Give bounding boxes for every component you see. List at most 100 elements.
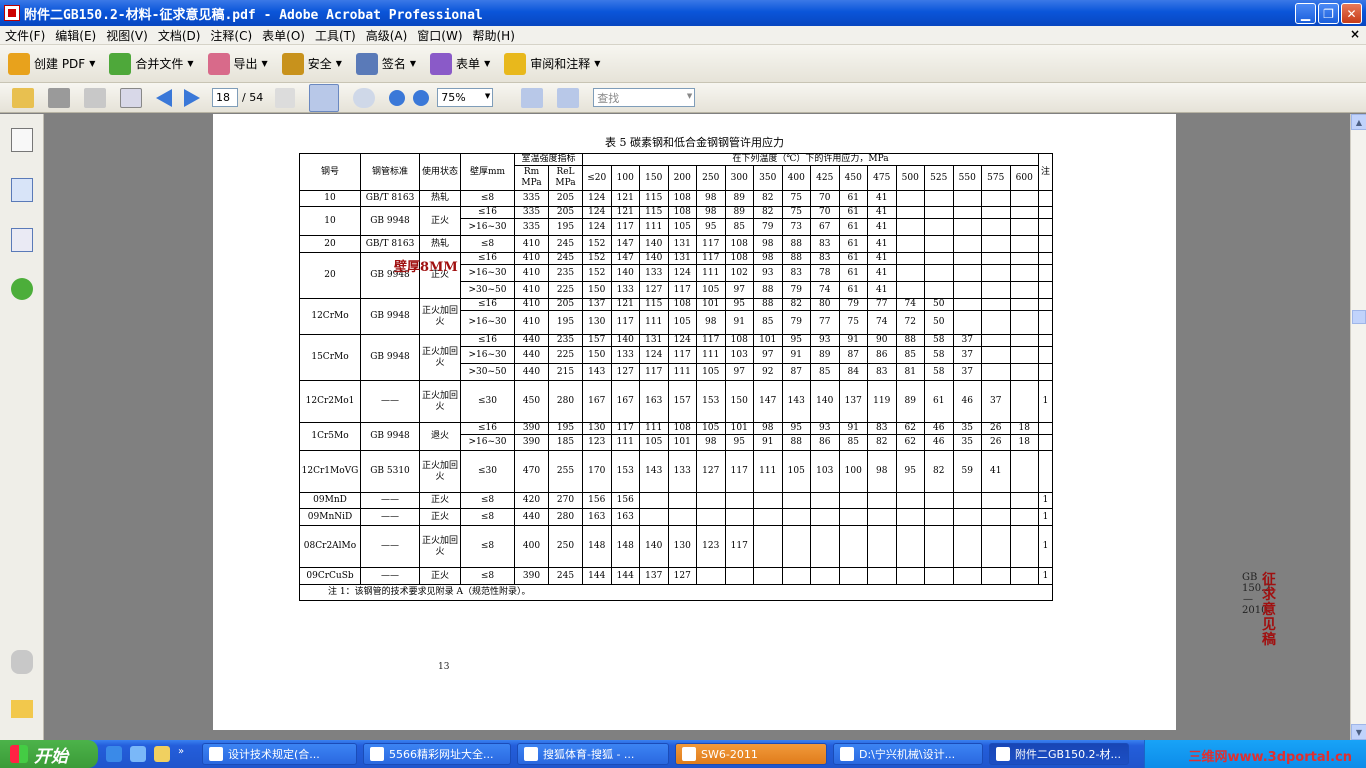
print-icon[interactable] [48,87,70,108]
tasks-toolbar: 创建 PDF ▼ 合并文件 ▼ 导出 ▼ 安全 ▼ 签名 ▼ 表单 ▼ 审阅和注释 ▼ [0,45,1366,83]
cell-note: 1 [1038,380,1053,423]
cell-thickness: ≤8 [460,190,515,207]
task-sw6[interactable]: SW6-2011 [675,743,827,765]
table-row: 10 GB/T 8163 热轧 ≤8 335 205 124 121 115 108 98 89 82 7… [299,190,1053,207]
fit-width-icon[interactable] [521,87,544,108]
close-button[interactable]: ✕ [1341,3,1362,24]
menu-edit[interactable]: 编辑(E) [50,27,101,44]
cell-stress: 74 [810,281,840,299]
scroll-up-icon[interactable]: ▲ [1351,114,1366,130]
scroll-thumb[interactable] [1352,310,1366,324]
cell-stress: 117 [610,422,640,435]
cell-rm: 420 [514,492,549,509]
page-number-input[interactable]: 18 [212,88,238,107]
task-word[interactable]: 设计技术规定(合... [202,743,357,765]
forms-button[interactable]: 表单 ▼ [430,52,490,75]
menu-comments[interactable]: 注释(C) [205,27,257,44]
site-watermark: 三维网www.3dportal.cn [1188,750,1352,765]
menu-document[interactable]: 文档(D) [153,27,206,44]
cell-stress [924,525,954,568]
cell-thickness: >16~30 [460,346,515,364]
cell-standard: GB/T 8163 [360,190,420,207]
menu-tools[interactable]: 工具(T) [310,27,361,44]
sign-button[interactable]: 签名 ▼ [355,52,416,75]
document-close-button[interactable]: × [1350,27,1360,41]
cell-rm: 390 [514,422,549,435]
review-comment-button[interactable]: 审阅和注释 ▼ [504,52,600,75]
create-pdf-button[interactable]: 创建 PDF ▼ [8,52,95,75]
cell-state: 正火加回火 [419,298,461,335]
cell-stress [1009,380,1039,423]
zoom-out-icon[interactable] [389,89,406,106]
task-browser-1[interactable]: 5566精彩网址大全... [363,743,511,765]
signatures-icon[interactable] [11,228,33,252]
email-icon[interactable] [120,87,142,108]
zoom-select[interactable]: 75% [437,88,494,107]
cell-steel: 12Cr1MoVG [299,450,361,493]
cell-stress: 41 [867,218,897,236]
open-folder-icon[interactable] [12,87,34,108]
menu-help[interactable]: 帮助(H) [468,27,520,44]
header-rm: Rm MPa [514,165,549,191]
attachments-icon[interactable] [11,650,33,674]
form-icon [430,52,453,75]
cell-stress: 98 [696,434,726,451]
save-icon[interactable] [84,87,106,108]
page-total: / 54 [242,91,264,104]
previous-page-icon[interactable] [156,88,172,107]
menu-file[interactable]: 文件(F) [0,27,50,44]
cell-stress: 140 [610,334,640,347]
task-acrobat[interactable]: 附件二GB150.2-材... [989,743,1129,765]
cell-stress: 67 [810,218,840,236]
cell-stress: 41 [867,190,897,207]
export-button[interactable]: 导出 ▼ [207,52,268,75]
cell-steel: 09CrCuSb [299,567,361,585]
menu-view[interactable]: 视图(V) [101,27,153,44]
menu-window[interactable]: 窗口(W) [412,27,467,44]
menu-forms[interactable]: 表单(O) [257,27,310,44]
cell-stress: 156 [610,492,640,509]
find-input[interactable]: 查找 [593,88,696,107]
cell-stress: 50 [924,310,954,335]
task-browser-2[interactable]: 搜狐体育-搜狐 - ... [517,743,669,765]
cell-stress: 89 [810,346,840,364]
fit-page-icon[interactable] [557,87,580,108]
ie-icon[interactable] [106,746,122,762]
comments-icon[interactable] [11,700,33,718]
cell-stress [1009,363,1039,381]
minimize-button[interactable]: ▁ [1295,3,1316,24]
table-header-row: 钢号 钢管标准 使用状态 壁厚mm 室温强度指标 在下列温度（℃）下的许用应力，MPa 注 [299,153,1053,191]
cell-rm: 410 [514,235,549,253]
more-chevron-icon[interactable]: » [178,746,188,762]
cell-stress [696,508,726,526]
pages-icon[interactable] [11,128,33,152]
folder-icon[interactable] [154,746,170,762]
start-button[interactable]: 开始 [0,740,98,768]
menu-advanced[interactable]: 高级(A) [361,27,413,44]
cell-stress: 127 [696,450,726,493]
cell-rm: 440 [514,508,549,526]
cell-stress [696,567,726,585]
header-state: 使用状态 [419,153,461,191]
cell-stress [924,567,954,585]
combine-files-button[interactable]: 合并文件 ▼ [109,52,194,75]
maximize-button[interactable]: ❐ [1318,3,1339,24]
browser-icon[interactable] [130,746,146,762]
hand-tool-icon[interactable] [309,83,340,112]
next-page-icon[interactable] [184,88,200,107]
cell-stress: 83 [867,422,897,435]
cell-stress: 105 [667,310,697,335]
task-folder[interactable]: D:\宁兴机械\设计... [833,743,983,765]
vertical-scrollbar[interactable]: ▲ ▼ [1350,114,1366,740]
zoom-tool-icon[interactable] [353,87,376,108]
cell-rel: 235 [548,334,583,347]
zoom-in-icon[interactable] [413,89,430,106]
table-row: 08Cr2AlMo —— 正火加回火 ≤8 400 250 148 148 140 130 123 1… [299,525,1053,568]
scroll-down-icon[interactable]: ▼ [1351,724,1366,740]
help-icon[interactable] [11,278,33,300]
cell-rm: 335 [514,190,549,207]
security-button[interactable]: 安全 ▼ [281,52,342,75]
select-tool-icon[interactable] [275,87,296,108]
bookmarks-icon[interactable] [11,178,33,202]
window-title: 附件二GB150.2-材料-征求意见稿.pdf - Adobe Acrobat … [24,7,483,23]
